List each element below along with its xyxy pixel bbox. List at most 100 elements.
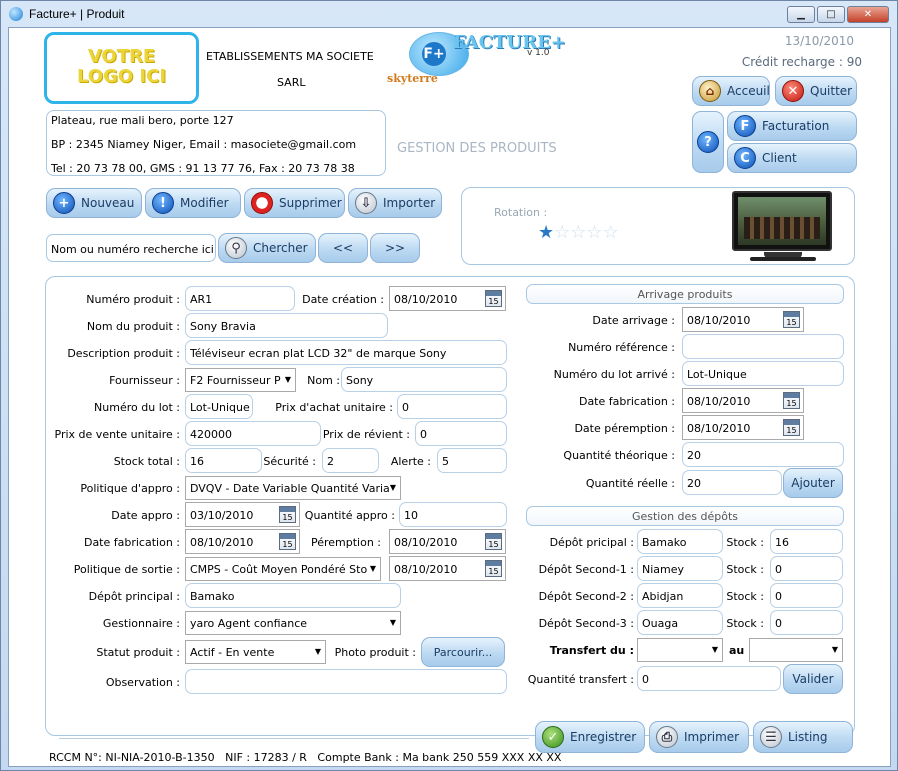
stock-field[interactable]: 16 (185, 448, 262, 473)
arrivage-date-value: 08/10/2010 (687, 314, 751, 327)
depot-label: Dépôt principal : (88, 590, 180, 603)
depot-row-stock[interactable]: 0 (770, 556, 843, 581)
securite-field[interactable]: 2 (322, 448, 379, 473)
depot-row-stock[interactable]: 0 (770, 610, 843, 635)
check-icon: ✓ (542, 726, 564, 748)
lot-field[interactable]: Lot-Unique (185, 394, 253, 419)
imprimer-button[interactable]: ⎙ Imprimer (649, 721, 749, 753)
alerte-field[interactable]: 5 (437, 448, 507, 473)
prix-revient-field[interactable]: 0 (415, 421, 507, 446)
depot-row-name[interactable]: Ouaga (637, 610, 723, 635)
nom-fournisseur-label: Nom : (307, 374, 340, 387)
enregistrer-label: Enregistrer (570, 730, 637, 744)
depot-row-label: Dépôt pricipal : (549, 536, 634, 549)
facturation-button[interactable]: F Facturation (727, 111, 857, 141)
client-area: VOTRE LOGO ICI ETABLISSEMENTS MA SOCIETE… (8, 27, 891, 767)
numero-field[interactable]: AR1 (185, 286, 295, 311)
peremption-field[interactable]: 08/10/2010 15 (389, 529, 506, 554)
politique-sortie-select[interactable]: CMPS - Coût Moyen Pondéré Sto (185, 557, 381, 581)
client-button[interactable]: C Client (727, 143, 857, 173)
calendar-icon[interactable]: 15 (485, 560, 502, 577)
listing-label: Listing (788, 730, 828, 744)
parcourir-button[interactable]: Parcourir... (421, 637, 505, 667)
transfert-from-select[interactable] (637, 638, 723, 662)
maximize-button[interactable]: □ (817, 6, 845, 23)
statut-select[interactable]: Actif - En vente (185, 640, 326, 664)
calendar-icon[interactable]: 15 (783, 419, 800, 436)
star-icon-4[interactable]: ☆ (586, 222, 602, 243)
arrivage-ref-field[interactable] (682, 334, 844, 359)
desc-field[interactable]: Téléviseur ecran plat LCD 32" de marque … (185, 340, 507, 365)
prix-vente-field[interactable]: 420000 (185, 421, 321, 446)
fournisseur-select[interactable]: F2 Fournisseur P (185, 368, 296, 392)
alerte-label: Alerte : (390, 455, 431, 468)
quantite-transfert-field[interactable]: 0 (637, 666, 781, 691)
quantite-reelle-field[interactable]: 20 (682, 470, 782, 495)
peremption-label: Péremption : (310, 536, 381, 549)
help-button[interactable]: ? (692, 111, 724, 173)
product-photo (730, 190, 836, 262)
prix-achat-label: Prix d'achat unitaire : (275, 401, 393, 414)
date-fab-field[interactable]: 08/10/2010 15 (185, 529, 300, 554)
calendar-icon[interactable]: 15 (783, 392, 800, 409)
star-icon-2[interactable]: ☆ (554, 222, 570, 243)
date-sortie-field[interactable]: 08/10/2010 15 (389, 556, 506, 581)
date-creation-value: 08/10/2010 (394, 293, 458, 306)
quantite-theorique-field[interactable]: 20 (682, 442, 844, 467)
star-icon-3[interactable]: ☆ (570, 222, 586, 243)
depot-row-stock[interactable]: 0 (770, 583, 843, 608)
listing-button[interactable]: ☰ Listing (753, 721, 853, 753)
date-creation-field[interactable]: 08/10/2010 15 (389, 286, 506, 311)
close-button[interactable]: ✕ (847, 6, 889, 23)
importer-button[interactable]: ⇩ Importer (348, 188, 442, 218)
footer-separator (59, 738, 529, 739)
close-circle-icon: ✕ (782, 80, 804, 102)
date-appro-field[interactable]: 03/10/2010 15 (185, 502, 300, 527)
depot-row-label: Dépôt Second-3 : (538, 617, 634, 630)
arrivage-per-field[interactable]: 08/10/2010 15 (682, 415, 804, 440)
nouveau-button[interactable]: + Nouveau (46, 188, 142, 218)
chercher-button[interactable]: ⚲ Chercher (218, 233, 316, 263)
calendar-icon[interactable]: 15 (485, 533, 502, 550)
supprimer-button[interactable]: × Supprimer (244, 188, 345, 218)
nom-field[interactable]: Sony Bravia (185, 313, 388, 338)
date-appro-value: 03/10/2010 (190, 509, 254, 522)
depot-field[interactable]: Bamako (185, 583, 401, 608)
arrivage-lot-field[interactable]: Lot-Unique (682, 361, 844, 386)
quantite-theorique-label: Quantité théorique : (563, 449, 675, 462)
next-button[interactable]: >> (370, 233, 420, 263)
transfert-to-select[interactable] (749, 638, 843, 662)
rating-stars[interactable]: ★☆☆☆☆ (538, 222, 619, 243)
search-input[interactable]: Nom ou numéro recherche ici ! (46, 234, 216, 262)
importer-label: Importer (383, 196, 436, 210)
photo-label: Photo produit : (334, 646, 416, 659)
enregistrer-button[interactable]: ✓ Enregistrer (535, 721, 645, 753)
company-logo: VOTRE LOGO ICI (44, 32, 199, 104)
previous-button[interactable]: << (318, 233, 368, 263)
depot-row-name[interactable]: Niamey (637, 556, 723, 581)
ajouter-button[interactable]: Ajouter (783, 468, 843, 498)
depot-row-stock[interactable]: 16 (770, 529, 843, 554)
valider-button[interactable]: Valider (783, 664, 843, 694)
calendar-icon[interactable]: 15 (279, 533, 296, 550)
arrivage-date-field[interactable]: 08/10/2010 15 (682, 307, 804, 332)
observation-field[interactable] (185, 669, 507, 694)
depot-row-name[interactable]: Bamako (637, 529, 723, 554)
modifier-label: Modifier (180, 196, 229, 210)
prix-achat-field[interactable]: 0 (397, 394, 507, 419)
arrivage-fab-field[interactable]: 08/10/2010 15 (682, 388, 804, 413)
nom-fournisseur-field[interactable]: Sony (341, 367, 507, 392)
politique-appro-select[interactable]: DVQV - Date Variable Quantité Varia (185, 476, 401, 500)
quantite-appro-field[interactable]: 10 (399, 502, 507, 527)
calendar-icon[interactable]: 15 (279, 506, 296, 523)
star-icon-1[interactable]: ★ (538, 222, 554, 243)
minimize-button[interactable]: ▁ (787, 6, 815, 23)
depot-row-name[interactable]: Abidjan (637, 583, 723, 608)
accueil-button[interactable]: ⌂ Acceuil (692, 76, 770, 106)
modifier-button[interactable]: ! Modifier (145, 188, 241, 218)
gestionnaire-select[interactable]: yaro Agent confiance (185, 611, 401, 635)
calendar-icon[interactable]: 15 (783, 311, 800, 328)
calendar-icon[interactable]: 15 (485, 290, 502, 307)
star-icon-5[interactable]: ☆ (603, 222, 619, 243)
quitter-button[interactable]: ✕ Quitter (775, 76, 857, 106)
